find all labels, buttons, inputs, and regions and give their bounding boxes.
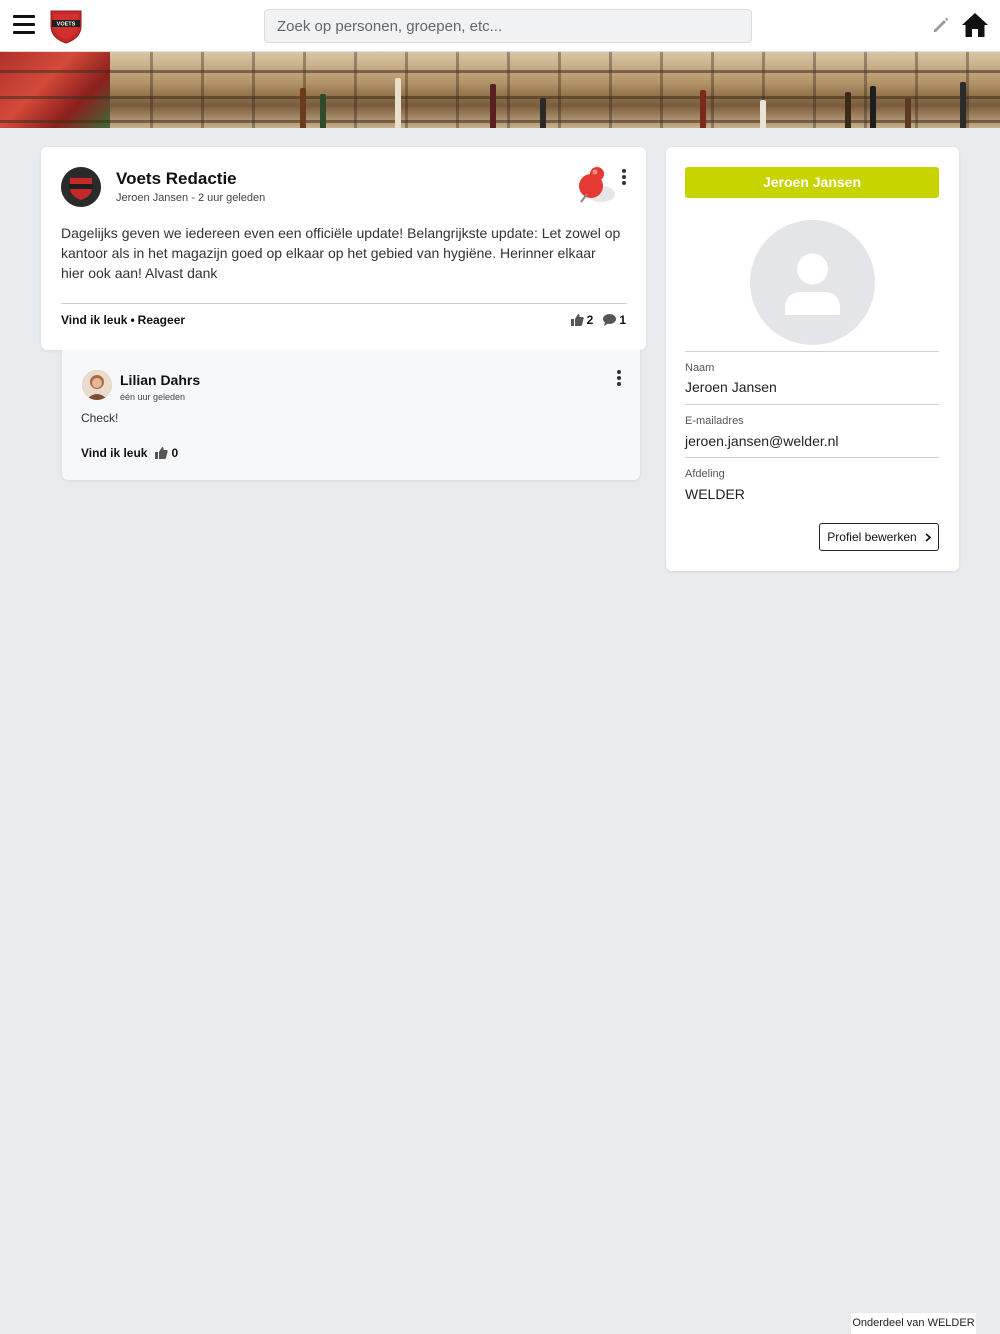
user-photo-icon: [82, 370, 112, 400]
post-author-name[interactable]: Jeroen Jansen: [116, 192, 188, 204]
name-label: Naam: [685, 362, 715, 374]
email-value: jeroen.jansen@welder.nl: [685, 433, 839, 449]
comment-author[interactable]: Lilian Dahrs: [120, 372, 200, 388]
pin-icon: [579, 167, 615, 203]
post-counts: 2 1: [570, 313, 626, 327]
profile-divider: [685, 457, 939, 458]
top-bar: VOETS: [0, 0, 1000, 52]
edit-profile-label: Profiel bewerken: [827, 530, 917, 544]
profile-card: Jeroen Jansen Naam Jeroen Jansen E-maila…: [666, 147, 959, 571]
comment-actions: Vind ik leuk 0: [81, 446, 178, 460]
comment-text: Check!: [81, 411, 119, 425]
department-value: WELDER: [685, 486, 745, 502]
logo-text: VOETS: [57, 22, 76, 28]
name-value: Jeroen Jansen: [685, 379, 777, 395]
home-icon[interactable]: [961, 12, 989, 38]
user-placeholder-icon: [785, 253, 840, 315]
action-separator: •: [130, 313, 135, 327]
cover-banner: [0, 52, 1000, 128]
comment-like-count-value: 0: [171, 446, 179, 460]
meta-separator: -: [188, 192, 198, 204]
more-icon[interactable]: [615, 370, 623, 386]
logo-icon[interactable]: VOETS: [48, 8, 84, 44]
reply-button[interactable]: Reageer: [138, 313, 185, 327]
profile-divider: [685, 404, 939, 405]
post-time: 2 uur geleden: [197, 192, 266, 204]
post-card: Voets Redactie Jeroen Jansen - 2 uur gel…: [41, 147, 646, 350]
like-count-value: 2: [586, 313, 594, 327]
post-actions: Vind ik leuk • Reageer: [61, 313, 185, 327]
search-input[interactable]: [264, 9, 752, 43]
email-label: E-mailadres: [685, 415, 744, 427]
comment-like-button[interactable]: Vind ik leuk: [81, 446, 147, 460]
chevron-right-icon: [925, 532, 931, 542]
post-meta: Jeroen Jansen - 2 uur geleden: [116, 192, 265, 204]
avatar[interactable]: [82, 370, 112, 400]
comment-card: Lilian Dahrs één uur geleden Check! Vind…: [62, 350, 640, 480]
logo-icon: [61, 167, 101, 207]
comment-icon: [603, 314, 617, 326]
profile-divider: [685, 351, 939, 352]
post-avatar[interactable]: [61, 167, 101, 207]
like-button[interactable]: Vind ik leuk: [61, 313, 127, 327]
comment-count-value: 1: [619, 313, 626, 327]
comment-time: één uur geleden: [120, 392, 186, 402]
thumbs-up-icon: [570, 314, 584, 326]
edit-profile-button[interactable]: Profiel bewerken: [819, 523, 939, 551]
like-count[interactable]: 2: [570, 313, 594, 327]
post-divider: [61, 303, 627, 304]
pencil-icon[interactable]: [932, 16, 950, 34]
thumbs-up-icon: [155, 447, 169, 459]
more-icon[interactable]: [620, 169, 628, 185]
footer-tag[interactable]: Onderdeel van WELDER: [851, 1313, 976, 1334]
post-body: Dagelijks geven we iedereen even een off…: [61, 225, 621, 281]
comment-like-count: 0: [155, 446, 178, 460]
menu-icon[interactable]: [13, 15, 35, 35]
comment-count[interactable]: 1: [603, 313, 626, 327]
post-author-title[interactable]: Voets Redactie: [116, 169, 237, 189]
profile-header: Jeroen Jansen: [685, 167, 939, 198]
avatar: [750, 220, 875, 345]
department-label: Afdeling: [685, 468, 725, 480]
